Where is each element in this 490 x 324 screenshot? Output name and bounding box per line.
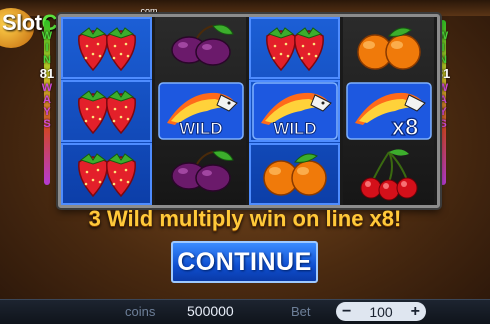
wild-symbol-icon: WILD <box>155 80 246 142</box>
bet-label: Bet <box>291 304 311 319</box>
cherry-symbol-icon <box>343 143 434 205</box>
svg-text:x8: x8 <box>391 114 418 141</box>
win-message: 3 Wild multiply win on line x8! <box>88 206 402 231</box>
bottom-bar: coins 500000 Bet − 100 + <box>0 299 490 324</box>
bet-increase-button[interactable]: + <box>411 303 420 320</box>
left-ways-label: WAYS <box>41 82 53 130</box>
reel-2: WILD <box>155 17 246 205</box>
strawberry-symbol-icon <box>61 80 152 142</box>
wild-symbol-icon: x8 <box>343 80 434 142</box>
svg-text:WILD: WILD <box>179 119 222 138</box>
svg-text:WILD: WILD <box>273 119 316 138</box>
left-ways-count: 81 <box>39 66 55 81</box>
wild-symbol-icon: WILD <box>249 80 340 142</box>
reel-3: WILD <box>249 17 340 205</box>
continue-button[interactable]: CONTINUE <box>171 241 318 283</box>
left-win-label: WIN <box>41 30 53 66</box>
reel-1 <box>61 17 152 205</box>
bet-decrease-button[interactable]: − <box>342 303 351 320</box>
orange-symbol-icon <box>343 17 434 79</box>
strawberry-symbol-icon <box>249 17 340 79</box>
reel-area: WILD WILD x8 <box>58 14 440 208</box>
left-ways-indicator: WIN 81 WAYS <box>36 30 58 130</box>
orange-symbol-icon <box>249 143 340 205</box>
plum-symbol-icon <box>155 17 246 79</box>
strawberry-symbol-icon <box>61 17 152 79</box>
bet-value: 100 <box>369 303 393 320</box>
coins-value: 500000 <box>187 303 234 319</box>
reel-4: x8 <box>343 17 434 205</box>
bet-stepper: − 100 + <box>336 302 426 321</box>
coins-label: coins <box>125 304 156 319</box>
plum-symbol-icon <box>155 143 246 205</box>
strawberry-symbol-icon <box>61 143 152 205</box>
